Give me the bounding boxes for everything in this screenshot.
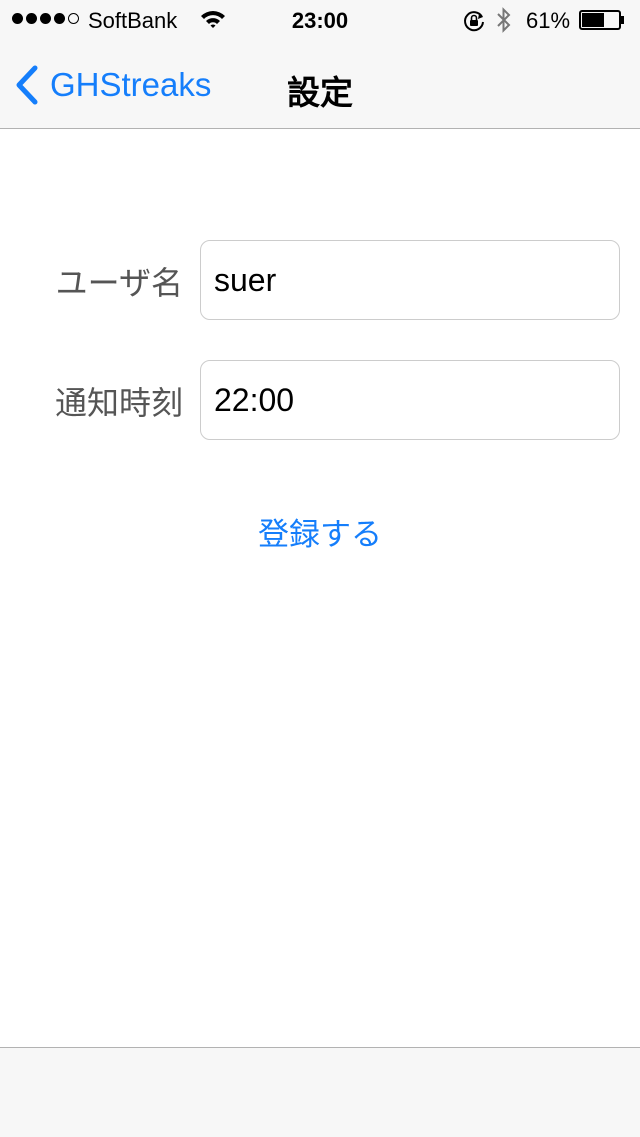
username-label: ユーザ名	[55, 265, 183, 301]
bluetooth-icon	[496, 7, 512, 39]
battery-percent: 61%	[526, 8, 571, 33]
username-field[interactable]	[200, 240, 620, 320]
battery-icon	[579, 10, 625, 30]
notify-time-label: 通知時刻	[54, 385, 183, 421]
register-button[interactable]: 登録する	[0, 509, 640, 554]
notify-time-row: 通知時刻	[0, 360, 640, 440]
navigation-bar: GHStreaks 設定	[0, 40, 640, 129]
username-row: ユーザ名	[0, 240, 640, 320]
notify-time-field[interactable]	[200, 360, 620, 440]
rotation-lock-icon	[462, 9, 486, 39]
page-title: 設定	[287, 74, 353, 111]
bottom-toolbar	[0, 1047, 640, 1137]
status-bar: SoftBank 23:00 61%	[0, 0, 640, 40]
settings-form: ユーザ名 通知時刻 登録する	[0, 129, 640, 1047]
